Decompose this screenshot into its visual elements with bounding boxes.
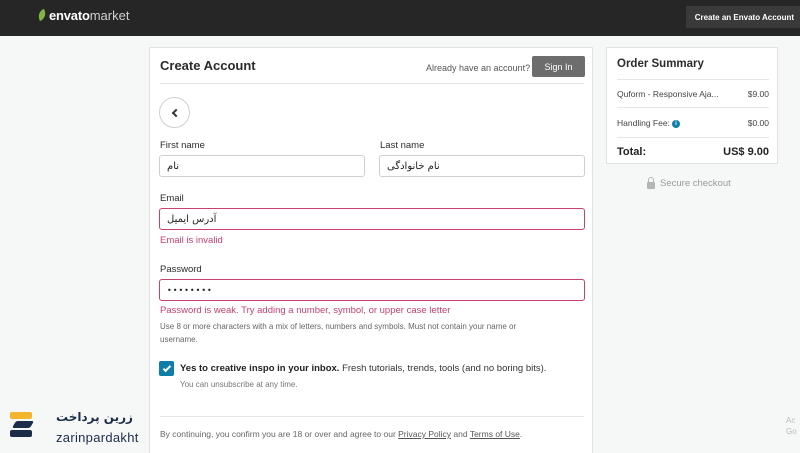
sign-in-button[interactable]: Sign In	[532, 56, 585, 77]
handling-fee-value: $0.00	[747, 118, 769, 128]
handling-fee-row: Handling Fee: i $0.00	[617, 118, 769, 128]
page-title: Create Account	[160, 58, 256, 73]
divider	[617, 79, 769, 80]
total-label: Total:	[617, 146, 647, 158]
back-button[interactable]	[159, 97, 190, 128]
envato-leaf-icon	[36, 8, 48, 22]
last-name-label: Last name	[380, 140, 425, 151]
last-name-field[interactable]: نام خانوادگی	[379, 155, 585, 177]
watermark-persian-text: زرین پرداخت	[56, 410, 133, 424]
order-item-row: Quform - Responsive Aja... $9.00	[617, 89, 769, 99]
consent-bold-text: Yes to creative inspo in your inbox.	[180, 363, 340, 374]
password-hint: Use 8 or more characters with a mix of l…	[160, 320, 570, 346]
divider	[617, 107, 769, 108]
total-value: US$ 9.00	[723, 146, 769, 158]
terms-text: By continuing, you confirm you are 18 or…	[160, 429, 522, 439]
already-have-account-text: Already have an account?	[426, 63, 531, 73]
password-hint-line: username.	[160, 335, 198, 344]
password-hint-line: Use 8 or more characters with a mix of l…	[160, 322, 517, 331]
consent-rest-text: Fresh tutorials, trends, tools (and no b…	[339, 363, 547, 374]
zarinpardakht-logo-icon	[10, 412, 40, 446]
edge-text: Go	[786, 427, 797, 436]
terms-of-use-link[interactable]: Terms of Use	[470, 429, 520, 439]
secure-checkout: Secure checkout	[647, 176, 731, 189]
email-field[interactable]: آدرس ایمیل	[159, 208, 585, 230]
order-summary-card: Order Summary Quform - Responsive Aja...…	[606, 47, 778, 164]
edge-text: Ac	[786, 416, 796, 425]
zarinpardakht-watermark: زرین پرداخت zarinpardakht	[10, 410, 138, 446]
divider	[160, 416, 584, 417]
password-label: Password	[160, 264, 202, 275]
top-navbar: envato market Create an Envato Account	[0, 0, 800, 36]
newsletter-checkbox[interactable]	[159, 361, 174, 376]
password-error: Password is weak. Try adding a number, s…	[160, 305, 451, 316]
terms-and: and	[451, 429, 470, 439]
first-name-field[interactable]: نام	[159, 155, 365, 177]
password-field[interactable]: ••••••••	[159, 279, 585, 301]
first-name-label: First name	[160, 140, 205, 151]
terms-suffix: .	[519, 429, 523, 439]
order-summary-title: Order Summary	[617, 58, 704, 70]
lock-icon	[647, 176, 655, 189]
email-error: Email is invalid	[160, 235, 223, 246]
order-item-price: $9.00	[747, 89, 769, 99]
handling-fee-label: Handling Fee:	[617, 118, 670, 128]
email-label: Email	[160, 193, 184, 204]
watermark-latin-text: zarinpardakht	[56, 430, 139, 445]
divider	[160, 83, 584, 84]
divider	[617, 137, 769, 138]
order-item-name: Quform - Responsive Aja...	[617, 89, 719, 99]
secure-checkout-text: Secure checkout	[660, 178, 731, 189]
checkmark-icon	[162, 363, 171, 372]
envato-market-logo[interactable]: envato market	[36, 7, 130, 23]
create-envato-account-button[interactable]: Create an Envato Account	[685, 6, 800, 28]
privacy-policy-link[interactable]: Privacy Policy	[398, 429, 451, 439]
unsubscribe-note: You can unsubscribe at any time.	[180, 380, 298, 389]
create-account-card: Create Account Already have an account? …	[149, 47, 593, 453]
newsletter-consent-text: Yes to creative inspo in your inbox. Fre…	[180, 363, 546, 374]
terms-prefix: By continuing, you confirm you are 18 or…	[160, 429, 399, 439]
logo-market-text: market	[89, 7, 130, 23]
order-total-row: Total: US$ 9.00	[617, 146, 769, 158]
info-icon[interactable]: i	[671, 120, 680, 128]
chevron-left-icon	[171, 108, 181, 117]
logo-brand-text: envato	[49, 7, 90, 23]
